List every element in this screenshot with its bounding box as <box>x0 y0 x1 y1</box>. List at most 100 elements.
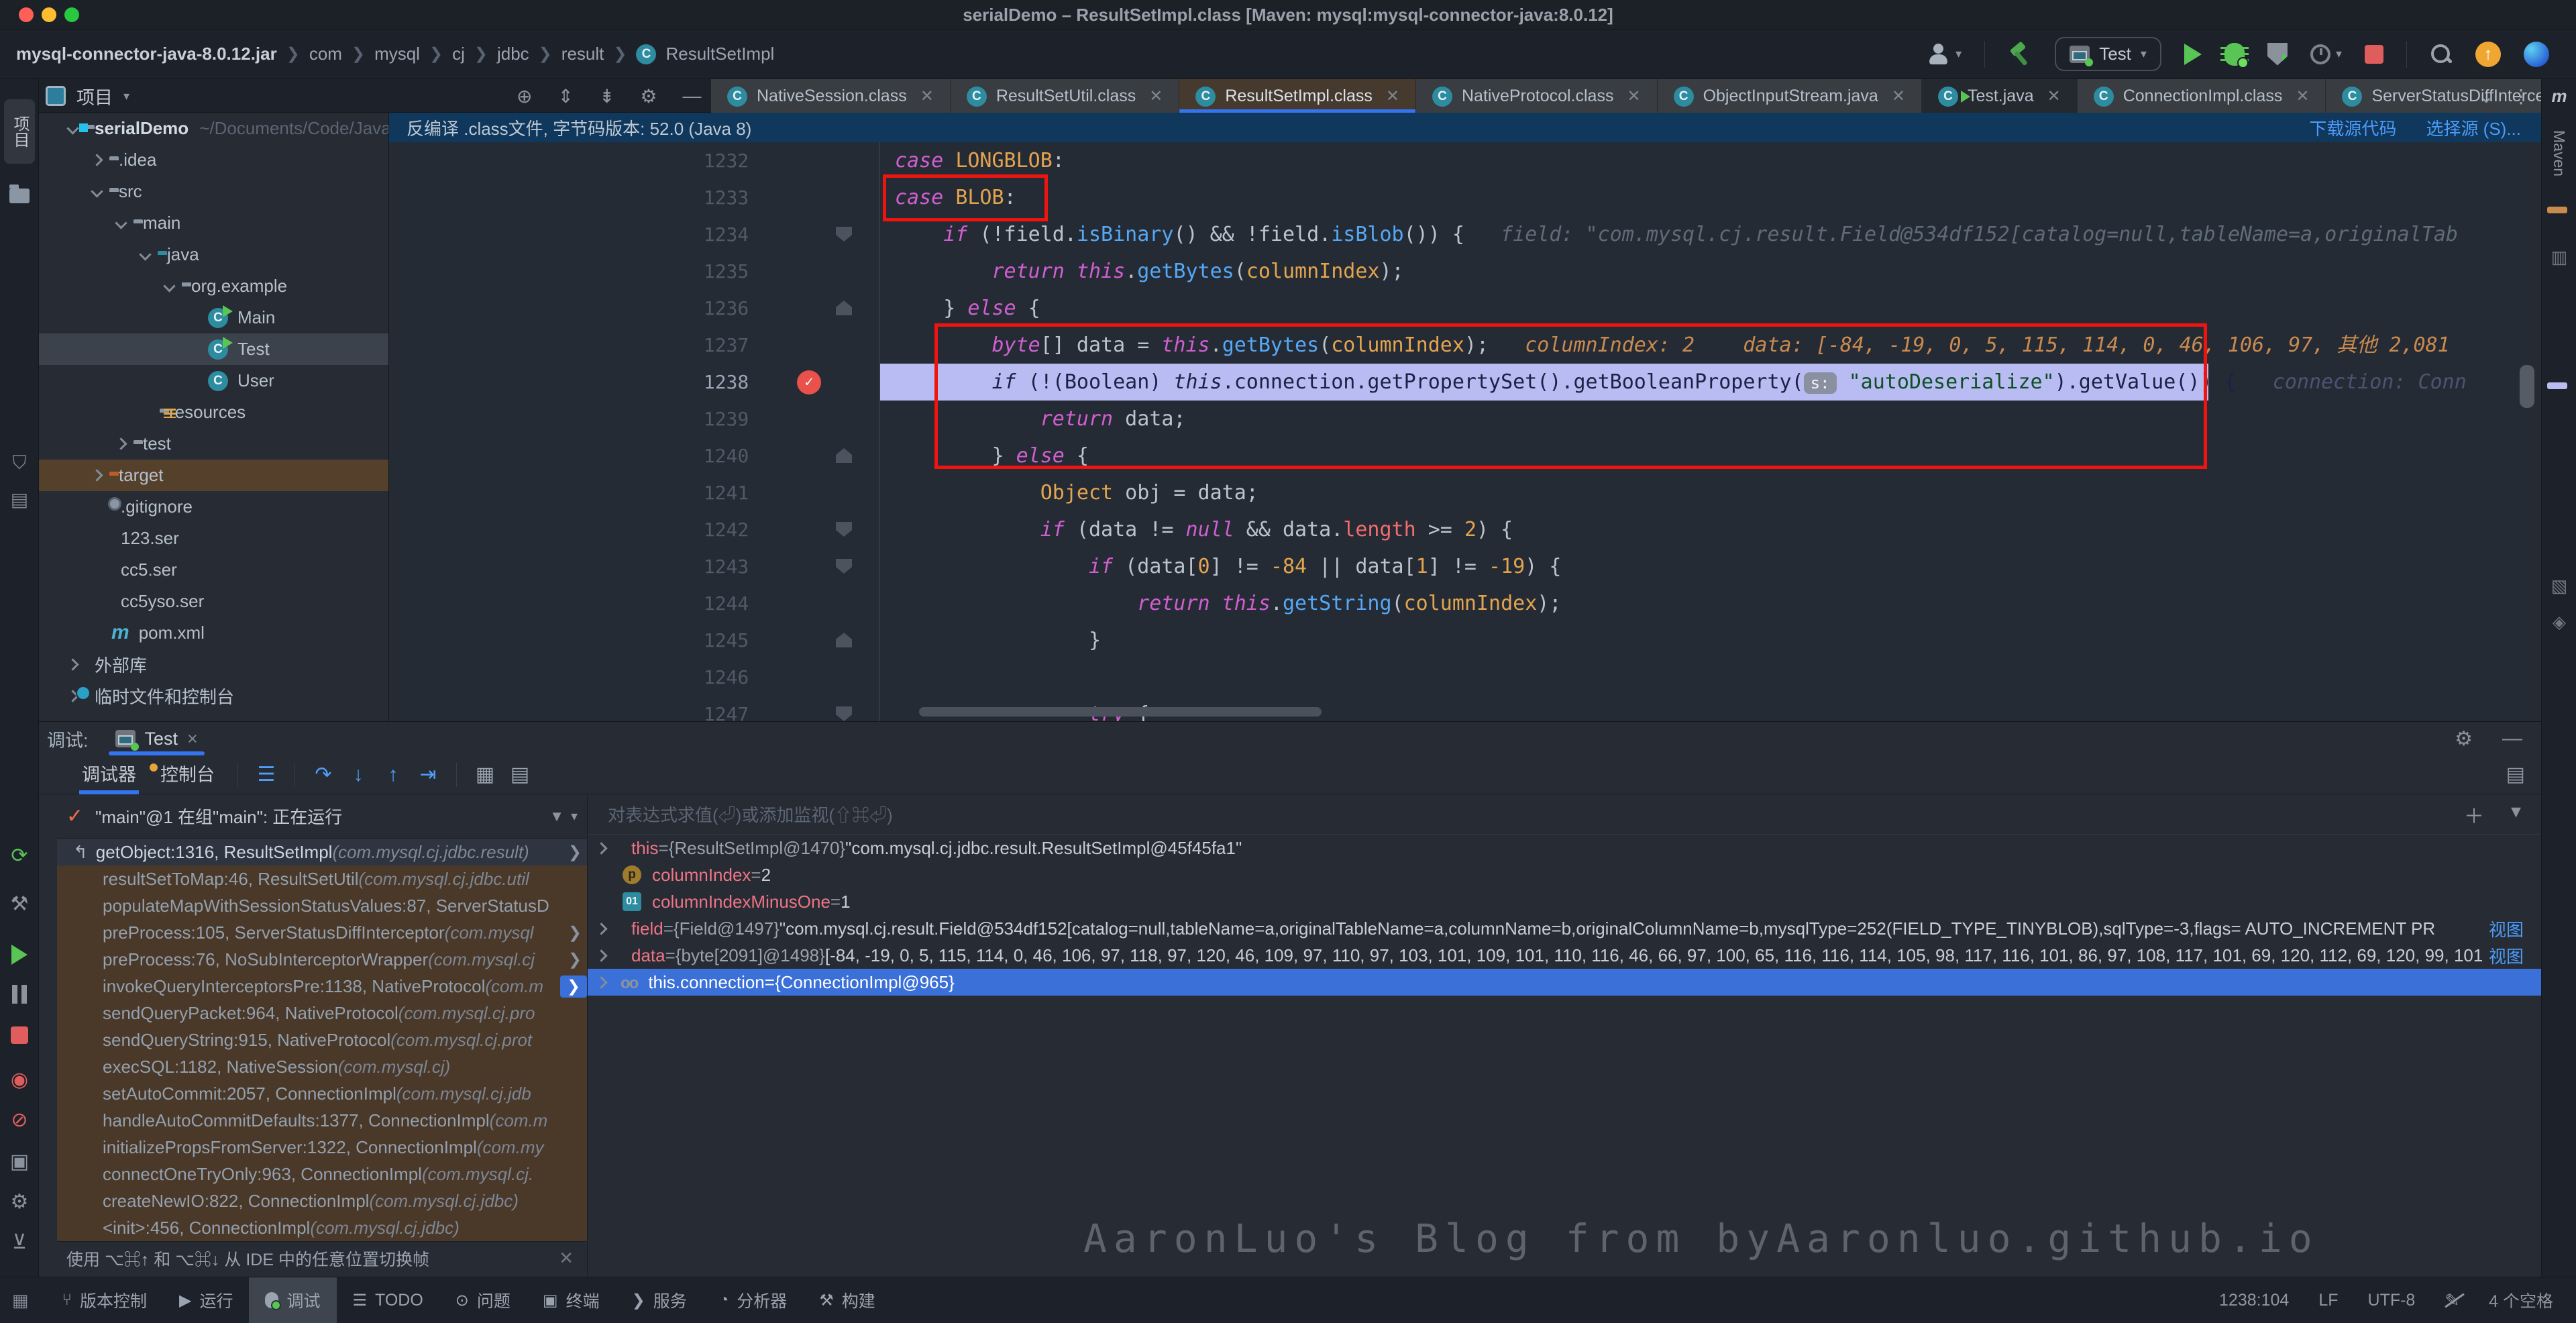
stack-frame-row[interactable]: handleAutoCommitDefaults:1377, Connectio… <box>57 1107 587 1134</box>
statusbar-item-services[interactable]: ❯服务 <box>616 1277 703 1323</box>
code-line[interactable]: 1232 case LONGBLOB: <box>389 142 2541 179</box>
statusbar-item-problems[interactable]: ⊙问题 <box>439 1277 527 1323</box>
line-number[interactable]: 1245 <box>389 622 771 659</box>
sidebar-item-project[interactable]: 项目 <box>4 99 35 164</box>
debug-header-gear-icon[interactable]: ⚙ <box>2455 727 2473 751</box>
run-configuration-select[interactable]: Test ▾ <box>2055 37 2161 71</box>
stack-frame-row[interactable]: sendQueryPacket:964, NativeProtocol (com… <box>57 1000 587 1026</box>
line-number[interactable]: 1246 <box>389 659 771 696</box>
file-encoding[interactable]: UTF-8 <box>2368 1291 2416 1310</box>
tree-item-cc5ser[interactable]: cc5.ser <box>39 554 388 586</box>
variable-row[interactable]: field = {Field@1497} "com.mysql.cj.resul… <box>588 915 2541 942</box>
panel-settings-gear-icon[interactable]: ⚙ <box>640 85 657 107</box>
tree-chevron-icon[interactable] <box>163 280 175 292</box>
code-line[interactable]: 1246 <box>389 659 2541 696</box>
fold-marker-icon[interactable] <box>836 448 852 463</box>
statusbar-item-run[interactable]: ▶运行 <box>163 1277 249 1323</box>
debug-button[interactable] <box>2224 43 2245 66</box>
indent-setting[interactable]: 4 个空格 <box>2489 1288 2553 1312</box>
pause-button[interactable] <box>0 985 39 1009</box>
stack-frame-row[interactable]: preProcess:76, NoSubInterceptorWrapper (… <box>57 946 587 973</box>
line-number[interactable]: 1235 <box>389 253 771 290</box>
code-line[interactable]: 1244 return this.getString(columnIndex); <box>389 585 2541 622</box>
view-breakpoints-button[interactable]: ◉ <box>0 1068 39 1092</box>
debugger-view-options-icon[interactable]: ▤ <box>2506 763 2525 786</box>
code-line[interactable]: 1241 Object obj = data; <box>389 474 2541 511</box>
build-project-button[interactable] <box>2008 42 2032 66</box>
filter-funnel-icon[interactable]: ▼ <box>549 808 564 825</box>
tab-debugger[interactable]: 调试器 <box>70 755 148 794</box>
fold-marker-icon[interactable] <box>836 522 852 537</box>
evaluate-expression-input[interactable]: 对表达式求值(⏎)或添加监视(⇧⌘⏎) ＋ ▾ <box>588 794 2541 835</box>
tree-item-Main[interactable]: C Main <box>39 302 388 333</box>
stop-button[interactable] <box>2365 45 2383 64</box>
gradle-icon[interactable]: ◈ <box>2542 612 2576 633</box>
locate-file-icon[interactable]: ⊕ <box>517 85 532 107</box>
breadcrumb-item[interactable]: cj <box>452 44 465 64</box>
resume-button[interactable] <box>0 945 39 970</box>
profiler-button[interactable]: ▾ <box>2310 44 2342 64</box>
breakpoint-icon[interactable]: ✓ <box>797 370 821 394</box>
tree-item-cjk[interactable]: 外部库 <box>39 649 388 680</box>
close-tab-icon[interactable]: ✕ <box>2047 87 2061 106</box>
watches-menu-icon[interactable]: ▾ <box>2511 800 2521 829</box>
statusbar-item-todo[interactable]: ☰TODO <box>337 1277 439 1323</box>
close-tab-icon[interactable]: ✕ <box>920 87 934 106</box>
update-available-icon[interactable]: ↑ <box>2475 42 2501 67</box>
stack-frame-row[interactable]: connectOneTryOnly:963, ConnectionImpl (c… <box>57 1161 587 1187</box>
stack-frame-row[interactable]: ↰ getObject:1316, ResultSetImpl (com.mys… <box>57 839 587 865</box>
run-to-cursor-icon[interactable]: ⇥ <box>411 763 445 786</box>
editor-tab[interactable]: C Test.java✕ <box>1922 79 2078 113</box>
expand-chevron-icon[interactable] <box>595 976 607 988</box>
step-out-icon[interactable]: ↑ <box>376 763 411 786</box>
statusbar-item-debug[interactable]: 调试 <box>249 1277 336 1323</box>
maven-tab-icon[interactable]: m <box>2542 86 2576 107</box>
run-button[interactable] <box>2184 44 2202 65</box>
code-line[interactable]: 1233 case BLOB: <box>389 179 2541 216</box>
evaluate-expression-icon[interactable]: ▦ <box>468 763 502 786</box>
tree-item-idea[interactable]: .idea <box>39 144 388 176</box>
line-number[interactable]: 1234 <box>389 216 771 253</box>
statusbar-item-build[interactable]: ⚒构建 <box>803 1277 892 1323</box>
breadcrumb-item[interactable]: mysql-connector-java-8.0.12.jar <box>16 44 277 64</box>
step-over-icon[interactable]: ↷ <box>306 763 341 786</box>
tree-item-cc5ysoser[interactable]: cc5yso.ser <box>39 586 388 617</box>
close-tab-icon[interactable]: ✕ <box>1149 87 1163 106</box>
editor-vertical-scrollbar[interactable] <box>2520 365 2534 408</box>
line-number[interactable]: 1247 <box>389 696 771 721</box>
caret-position[interactable]: 1238:104 <box>2219 1291 2289 1310</box>
variable-row[interactable]: 01 columnIndexMinusOne = 1 <box>588 888 2541 915</box>
stack-frame-row[interactable]: resultSetToMap:46, ResultSetUtil (com.my… <box>57 865 587 892</box>
expand-all-icon[interactable]: ⇕ <box>557 85 573 107</box>
bookmark-icon[interactable]: ⛉ <box>0 452 39 474</box>
editor-tab[interactable]: C ConnectionImpl.class✕ <box>2078 79 2326 113</box>
stack-frame-row[interactable]: populateMapWithSessionStatusValues:87, S… <box>57 892 587 919</box>
line-number[interactable]: 1244 <box>389 585 771 622</box>
tree-item-User[interactable]: C User <box>39 365 388 396</box>
variable-row[interactable]: data = {byte[2091]@1498} [-84, -19, 0, 5… <box>588 942 2541 969</box>
line-number[interactable]: 1238 <box>389 364 771 401</box>
statusbar-item-profiler[interactable]: ◔分析器 <box>703 1277 804 1323</box>
hide-panel-icon[interactable]: — <box>683 85 702 107</box>
breadcrumb-item[interactable]: com <box>309 44 342 64</box>
fold-marker-icon[interactable] <box>836 227 852 242</box>
tree-item-123ser[interactable]: 123.ser <box>39 523 388 554</box>
add-watch-icon[interactable]: ＋ <box>2464 800 2484 829</box>
stack-frame-row[interactable]: sendQueryString:915, NativeProtocol (com… <box>57 1026 587 1053</box>
expand-chevron-icon[interactable] <box>595 922 607 935</box>
user-menu-button[interactable]: ▾ <box>1927 43 1962 66</box>
fold-marker-icon[interactable] <box>836 633 852 647</box>
search-everywhere-button[interactable] <box>2430 43 2453 66</box>
view-value-link[interactable]: 视图 <box>2489 943 2524 968</box>
close-window-button[interactable] <box>19 7 34 22</box>
tree-item-java[interactable]: java <box>39 239 388 270</box>
code-line[interactable]: 1234 if (!field.isBinary() && !field.isB… <box>389 216 2541 253</box>
editor-tab[interactable]: C NativeSession.class✕ <box>711 79 951 113</box>
pin-tab-icon[interactable]: ⊻ <box>0 1230 39 1254</box>
editor[interactable]: 反编译 .class文件, 字节码版本: 52.0 (Java 8) 下载源代码… <box>389 113 2541 721</box>
tool-windows-corner-icon[interactable]: ▦ <box>12 1290 29 1311</box>
tree-item-serialDemo[interactable]: serialDemo ~/Documents/Code/JavaCode/ser… <box>39 113 388 144</box>
tree-chevron-icon[interactable] <box>91 154 103 166</box>
expand-chevron-icon[interactable] <box>595 842 607 854</box>
breadcrumb-item[interactable]: result <box>561 44 604 64</box>
